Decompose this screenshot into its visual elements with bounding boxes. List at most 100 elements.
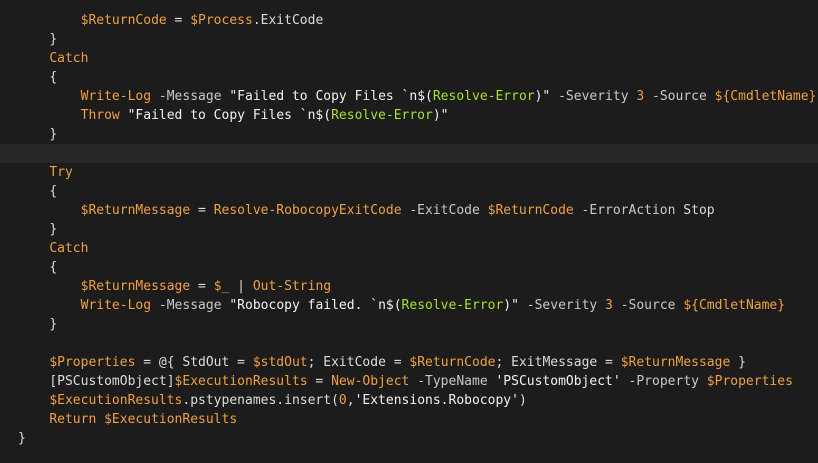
code-line[interactable]: { [0, 182, 818, 201]
code-token: | [229, 279, 253, 294]
code-token: -Severity [518, 298, 606, 313]
code-token: New-Object [331, 374, 410, 389]
code-token: ExitCode [323, 355, 386, 370]
code-token: $ReturnCode [80, 13, 167, 28]
code-token: { [49, 184, 58, 199]
code-line[interactable]: } [0, 220, 818, 239]
code-token: 'PSCustomObject' [495, 374, 621, 389]
code-token: = [307, 374, 332, 389]
code-editor[interactable]: $ReturnCode = $Process.ExitCode } Catch … [0, 0, 818, 463]
code-token: , [346, 393, 355, 408]
code-token: Return [49, 412, 97, 427]
code-token: -TypeName [409, 374, 496, 389]
code-line[interactable] [0, 334, 818, 353]
code-line[interactable]: Catch [0, 239, 818, 258]
code-token: { [49, 260, 58, 275]
code-token: ExitMessage [511, 355, 598, 370]
code-token: Resolve-Error [432, 89, 535, 104]
code-line[interactable]: $ExecutionResults.pstypenames.insert(0,'… [0, 391, 818, 410]
code-token: )" [503, 298, 519, 313]
code-token: $_ [213, 279, 230, 294]
code-line[interactable]: $ReturnMessage = $_ | Out-String [0, 277, 818, 296]
code-line[interactable]: $Properties = @{ StdOut = $stdOut; ExitC… [0, 353, 818, 372]
code-line[interactable]: Throw "Failed to Copy Files `n$(Resolve-… [0, 106, 818, 125]
code-token: $ReturnMessage [620, 355, 731, 370]
code-token: 3 [605, 298, 613, 313]
code-line[interactable]: [PSCustomObject]$ExecutionResults = New-… [0, 372, 818, 391]
code-token: $ReturnMessage [80, 279, 191, 294]
code-token: Resolve-Error [401, 298, 504, 313]
code-token: { [49, 70, 58, 85]
code-token: = [190, 203, 214, 218]
code-line[interactable]: } [0, 315, 818, 334]
code-token: )" [432, 108, 449, 123]
code-token: 'Extensions.Robocopy' [354, 393, 519, 408]
code-token: Stop [683, 203, 715, 218]
code-line[interactable]: Write-Log -Message "Robocopy failed. `n$… [0, 296, 818, 315]
code-line[interactable]: } [0, 429, 818, 448]
code-line[interactable]: { [0, 258, 818, 277]
code-line[interactable]: { [0, 68, 818, 87]
code-token: $ExecutionResults [104, 412, 238, 427]
code-token: 3 [636, 89, 645, 104]
code-token: Resolve-Error [331, 108, 433, 123]
code-line[interactable]: Try [0, 163, 818, 182]
code-token: $ReturnCode [487, 203, 574, 218]
code-token: .pstypenames.insert( [182, 393, 339, 408]
code-token: = [385, 355, 410, 370]
code-token: 0 [338, 393, 347, 408]
code-token: $ReturnMessage [80, 203, 191, 218]
code-token: Write-Log [80, 89, 152, 104]
code-token: -Source [612, 298, 684, 313]
code-token: Catch [49, 51, 89, 66]
code-line[interactable]: } [0, 125, 818, 144]
code-token: = @{ [135, 355, 183, 370]
code-line[interactable]: } [0, 30, 818, 49]
code-line[interactable]: $ReturnCode = $Process.ExitCode [0, 11, 818, 30]
code-line[interactable] [0, 144, 818, 163]
code-token: ${CmdletName} [714, 89, 817, 104]
code-token: ; [307, 355, 324, 370]
code-token: = [597, 355, 621, 370]
code-token: } [49, 32, 58, 47]
code-token: } [730, 355, 746, 370]
code-token: -Message [151, 89, 230, 104]
code-token: ) [518, 393, 527, 408]
code-token: )" [534, 89, 551, 104]
code-token: $ExecutionResults [49, 393, 183, 408]
code-token: $stdOut [252, 355, 308, 370]
code-token: $Process [190, 13, 253, 28]
code-token: ; [495, 355, 512, 370]
code-token: } [49, 317, 58, 332]
code-line[interactable]: Return $ExecutionResults [0, 410, 818, 429]
code-line[interactable]: $ReturnMessage = Resolve-RobocopyExitCod… [0, 201, 818, 220]
code-token: "Failed to Copy Files `n$( [229, 89, 433, 104]
code-token: } [18, 431, 26, 446]
code-token: [PSCustomObject] [49, 374, 175, 389]
code-token: -Property [620, 374, 707, 389]
code-token: $ReturnCode [409, 355, 496, 370]
code-line[interactable]: Catch [0, 49, 818, 68]
code-line[interactable]: Write-Log -Message "Failed to Copy Files… [0, 87, 818, 106]
code-token: Try [49, 165, 73, 180]
code-token: ${CmdletName} [683, 298, 786, 313]
code-token: } [49, 127, 58, 142]
code-token: $Properties [49, 355, 136, 370]
code-token: = [166, 13, 191, 28]
code-token: Throw [80, 108, 120, 123]
code-token: -ErrorAction [573, 203, 684, 218]
